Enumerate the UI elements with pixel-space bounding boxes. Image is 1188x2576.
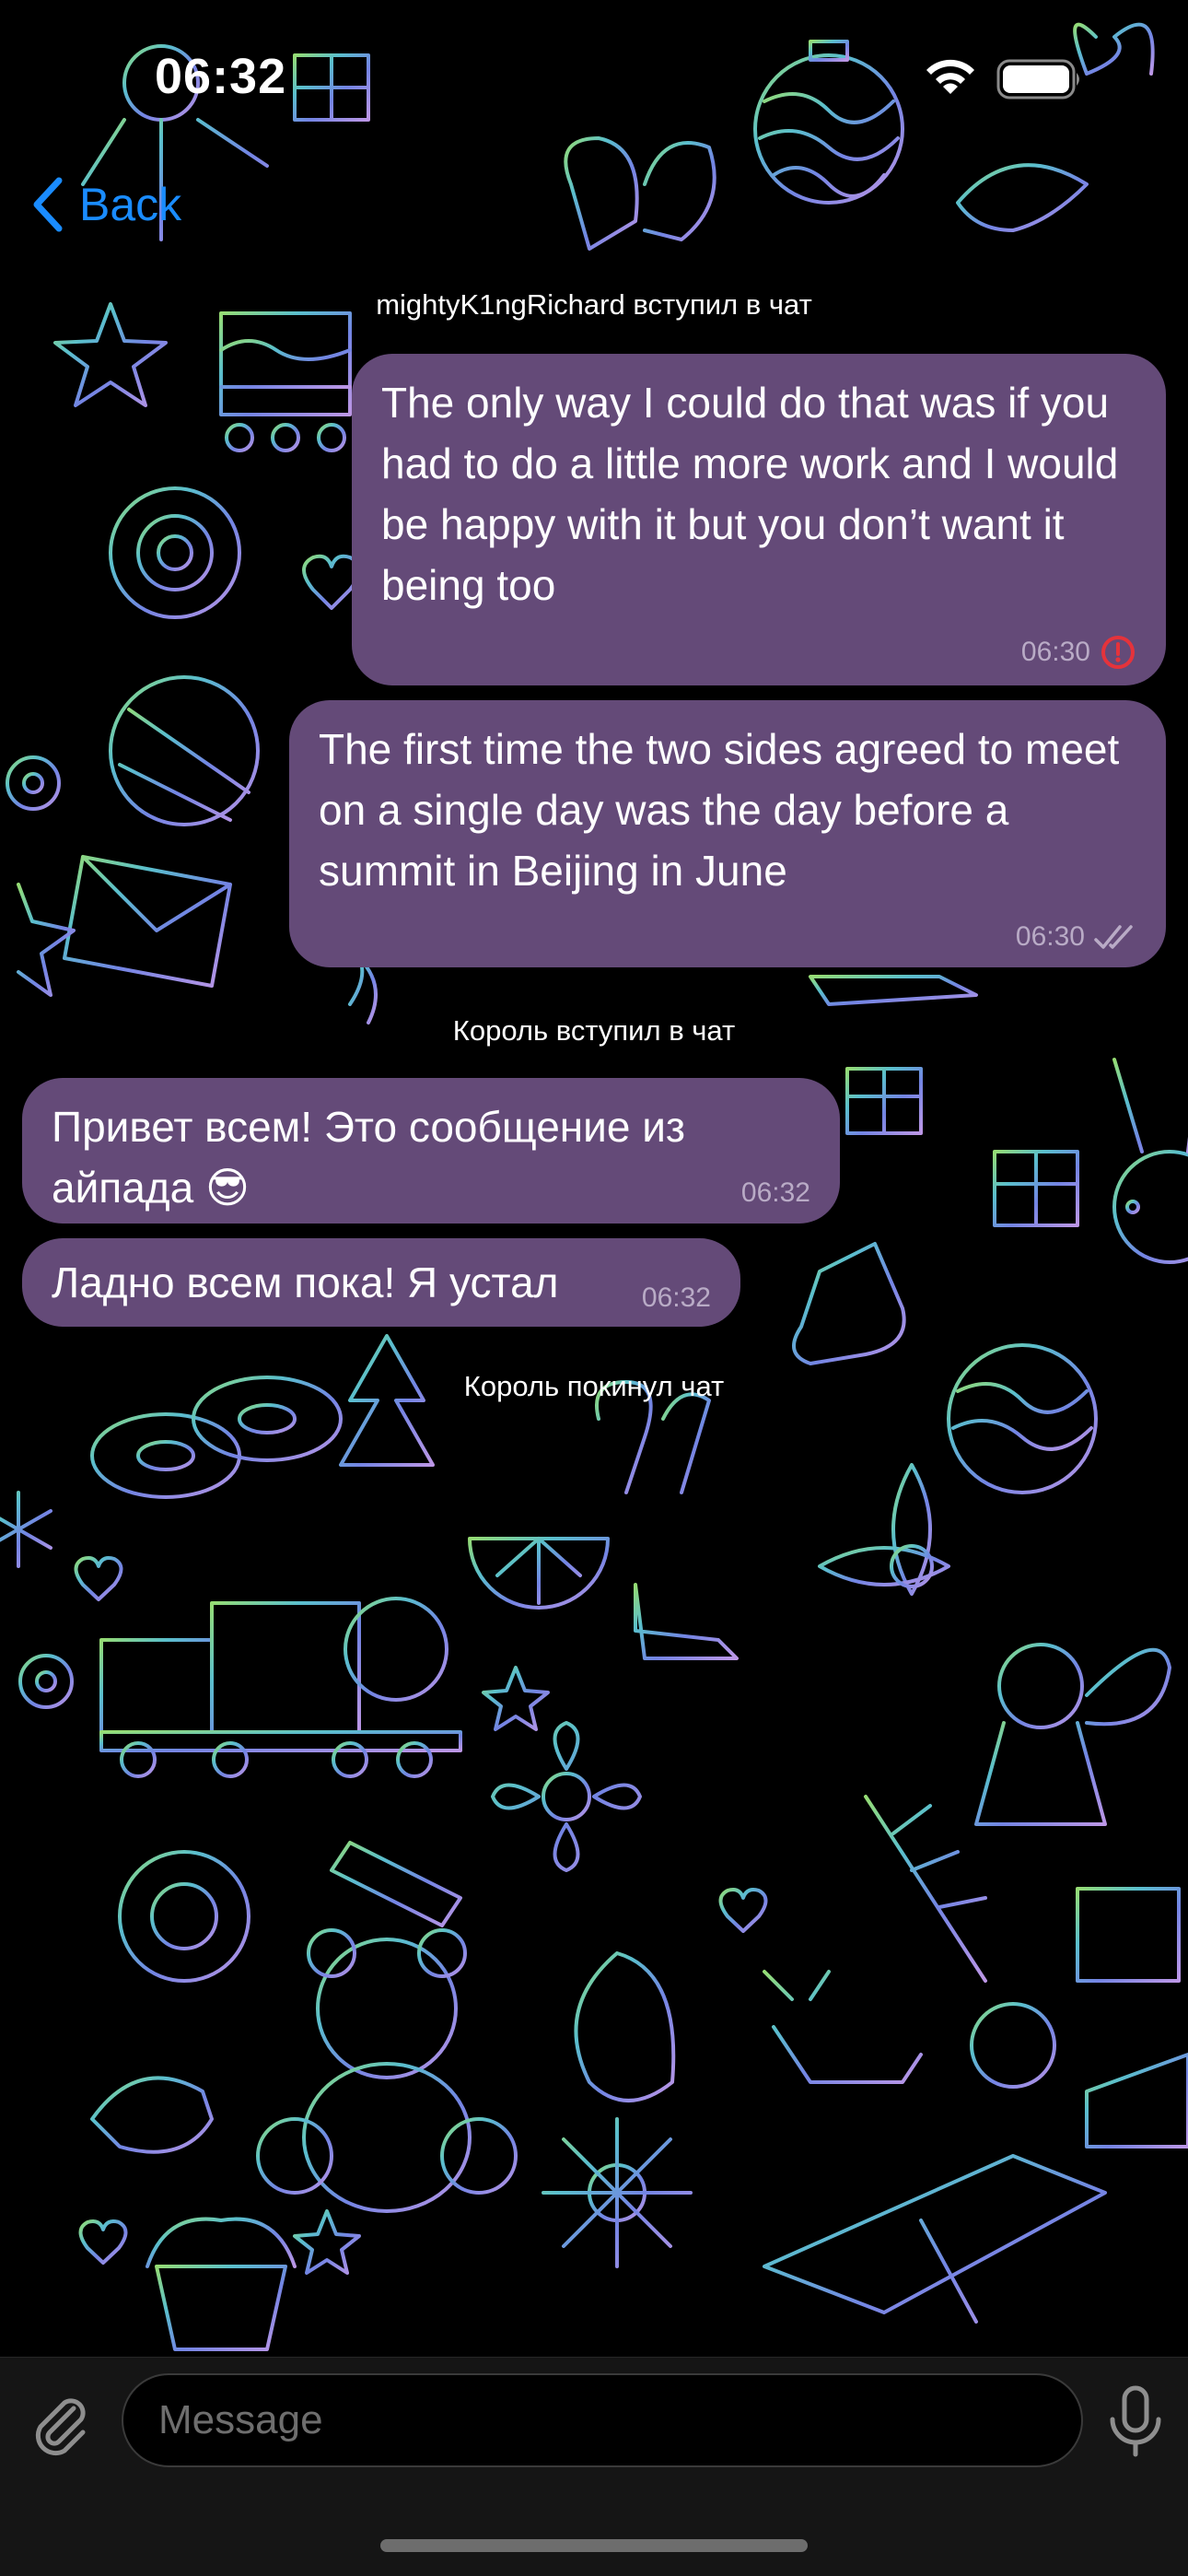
- battery-icon: [996, 59, 1079, 100]
- chevron-left-icon: [33, 177, 63, 232]
- message-bubble-incoming[interactable]: Привет всем! Это сообщение из айпада 😎 0…: [22, 1078, 840, 1224]
- service-message-join: Король вступил в чат: [452, 1014, 736, 1047]
- error-icon[interactable]: [1100, 634, 1136, 671]
- message-time: 06:32: [641, 1282, 711, 1313]
- message-text: Привет всем! Это сообщение из айпада 😎: [52, 1103, 686, 1212]
- message-time: 06:30: [1020, 637, 1090, 667]
- message-bubble-incoming[interactable]: Ладно всем пока! Я устал 06:32: [22, 1238, 740, 1327]
- status-time: 06:32: [155, 49, 287, 104]
- chat-screen: 06:32 Back mightyK1ngRichard вступил в ч…: [0, 0, 1188, 2576]
- message-meta: 06:30: [1016, 921, 1136, 953]
- microphone-icon[interactable]: [1105, 2384, 1166, 2458]
- service-message-leave: Король покинул чат: [463, 1370, 725, 1402]
- message-text: Ладно всем пока! Я устал: [52, 1259, 559, 1306]
- back-label: Back: [79, 179, 182, 230]
- message-input[interactable]: [122, 2373, 1083, 2467]
- message-bubble-outgoing[interactable]: The only way I could do that was if you …: [352, 354, 1166, 685]
- message-bubble-outgoing[interactable]: The first time the two sides agreed to m…: [289, 700, 1166, 967]
- message-meta: 06:30: [1021, 634, 1136, 671]
- message-meta: 06:32: [642, 1282, 711, 1314]
- home-indicator[interactable]: [380, 2539, 808, 2552]
- message-text: The first time the two sides agreed to m…: [319, 725, 1120, 895]
- message-meta: 06:32: [741, 1177, 810, 1209]
- back-button[interactable]: Back: [29, 175, 181, 234]
- message-time: 06:32: [740, 1177, 810, 1208]
- message-time: 06:30: [1015, 921, 1085, 952]
- wifi-icon: [926, 59, 974, 94]
- service-message-join: mightyK1ngRichard вступил в чат: [376, 288, 812, 321]
- double-check-icon: [1094, 925, 1133, 949]
- paperclip-icon[interactable]: [26, 2388, 96, 2458]
- message-text: The only way I could do that was if you …: [381, 379, 1119, 609]
